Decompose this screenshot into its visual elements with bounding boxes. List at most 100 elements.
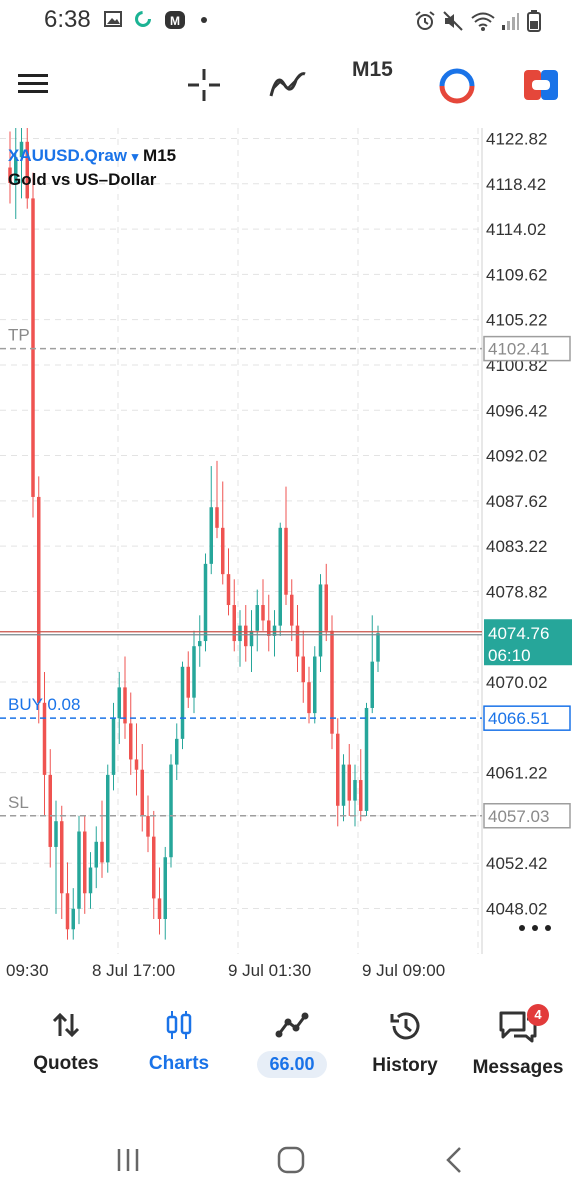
candle-body	[324, 584, 328, 631]
candle-body	[226, 574, 231, 606]
back-icon[interactable]	[444, 1146, 464, 1174]
more-horizontal-icon[interactable]	[532, 925, 538, 931]
chart-toolbar: M15	[0, 40, 584, 128]
status-bar: 6:38 M	[0, 0, 584, 40]
signal-icon	[502, 13, 519, 30]
app-m-icon: M	[165, 11, 185, 29]
quotes-arrows-icon	[52, 1012, 80, 1038]
candle-body	[146, 816, 150, 837]
candle-body	[301, 656, 305, 683]
candle-body	[347, 764, 351, 801]
candle-body	[163, 857, 167, 919]
candle-body	[54, 821, 58, 847]
candle-body	[60, 821, 64, 894]
symbol-dropdown-icon[interactable]: ▾	[132, 149, 139, 164]
trade-icon[interactable]	[524, 70, 558, 100]
recents-icon[interactable]	[116, 1148, 140, 1172]
candle-body	[307, 682, 311, 714]
bottom-nav: Quotes Charts 66.00 History 4 Messages	[0, 1002, 584, 1102]
price-tick-label: 4118.42	[486, 175, 546, 194]
candle-body	[359, 780, 363, 811]
time-tick-label: 8 Jul 17:00	[92, 961, 175, 980]
candle-body	[244, 625, 248, 647]
price-chart[interactable]: 4122.82 4118.42 4114.02 4109.62 4105.22 4100.…	[0, 128, 584, 988]
status-time: 6:38	[44, 6, 91, 33]
candle-body	[238, 625, 242, 642]
mute-icon	[443, 11, 463, 31]
price-tick-label: 4114.02	[486, 220, 546, 239]
candle-body	[318, 584, 323, 657]
tp-label: TP	[8, 326, 30, 345]
symbol-timeframe: M15	[143, 146, 177, 165]
trade-line-icon	[275, 1012, 309, 1038]
candle-body	[88, 867, 93, 894]
candle-body	[209, 507, 213, 564]
candle-body	[111, 718, 116, 775]
candle-body	[341, 764, 346, 806]
candle-body	[83, 831, 87, 894]
candle-body	[290, 594, 294, 626]
candle-body	[249, 630, 254, 647]
nav-history[interactable]: History	[350, 1010, 460, 1077]
nav-charts-label: Charts	[148, 1053, 210, 1074]
candle-body	[31, 198, 35, 497]
candle-body	[376, 633, 380, 662]
candle-body	[175, 738, 179, 765]
home-icon[interactable]	[277, 1146, 305, 1174]
candle-body	[313, 656, 317, 714]
candle-body	[37, 496, 41, 703]
candle-body	[106, 774, 110, 863]
candle-body	[221, 527, 225, 575]
candle-body	[94, 841, 98, 868]
candle-body	[129, 723, 133, 760]
price-tick-label: 4105.22	[486, 311, 547, 330]
candle-body	[100, 841, 104, 863]
sl-label: SL	[8, 793, 29, 812]
time-tick-label: 09:30	[6, 961, 49, 980]
candle-body	[71, 908, 75, 930]
candlestick-chart[interactable]: 4122.824118.424114.024109.624105.224100.…	[0, 128, 584, 988]
candle-body	[134, 759, 139, 770]
dot-icon	[201, 17, 207, 23]
candle-body	[215, 507, 219, 528]
price-tick-label: 4048.02	[486, 900, 547, 919]
price-tick-label: 4070.02	[486, 673, 547, 692]
candle-body	[186, 666, 190, 698]
time-tick-label: 9 Jul 09:00	[362, 961, 445, 980]
candles-icon	[166, 1011, 192, 1039]
price-tick-label: 4083.22	[486, 537, 547, 556]
candle-body	[203, 563, 208, 642]
symbol-header[interactable]: XAUUSD.Qraw ▾ M15	[8, 146, 176, 166]
price-tick-label: 4061.22	[486, 764, 547, 783]
price-tick-label: 4109.62	[486, 265, 547, 284]
price-tick-label: 4078.82	[486, 582, 547, 601]
timeframe-button[interactable]: M15	[352, 58, 393, 82]
candle-body	[192, 646, 196, 698]
candle-body	[364, 707, 369, 811]
price-tick-label: 4087.62	[486, 492, 547, 511]
nav-trade[interactable]: 66.00	[237, 1010, 347, 1078]
nav-quotes[interactable]: Quotes	[11, 1010, 121, 1075]
candle-body	[295, 625, 300, 657]
svg-text:M: M	[170, 14, 180, 28]
equity-value: 66.00	[257, 1051, 327, 1078]
price-tick-label: 4052.42	[486, 854, 547, 873]
image-icon	[104, 11, 122, 27]
indicator-icon[interactable]	[268, 68, 308, 102]
nav-charts[interactable]: Charts	[124, 1010, 234, 1075]
wifi-icon	[471, 12, 495, 31]
circle-loader-icon	[135, 11, 151, 27]
more-horizontal-icon[interactable]	[545, 925, 551, 931]
candle-body	[255, 605, 259, 631]
candle-body	[370, 661, 374, 708]
time-tick-label: 9 Jul 01:30	[228, 961, 311, 980]
one-click-trading-icon[interactable]	[438, 67, 476, 105]
menu-icon[interactable]	[18, 72, 48, 96]
candle-body	[267, 620, 271, 636]
candle-body	[140, 769, 144, 817]
more-horizontal-icon[interactable]	[519, 925, 525, 931]
candle-body	[261, 605, 265, 621]
crosshair-icon[interactable]	[186, 67, 222, 103]
candle-countdown-label: 06:10	[488, 646, 531, 665]
nav-messages[interactable]: 4 Messages	[463, 1004, 573, 1079]
